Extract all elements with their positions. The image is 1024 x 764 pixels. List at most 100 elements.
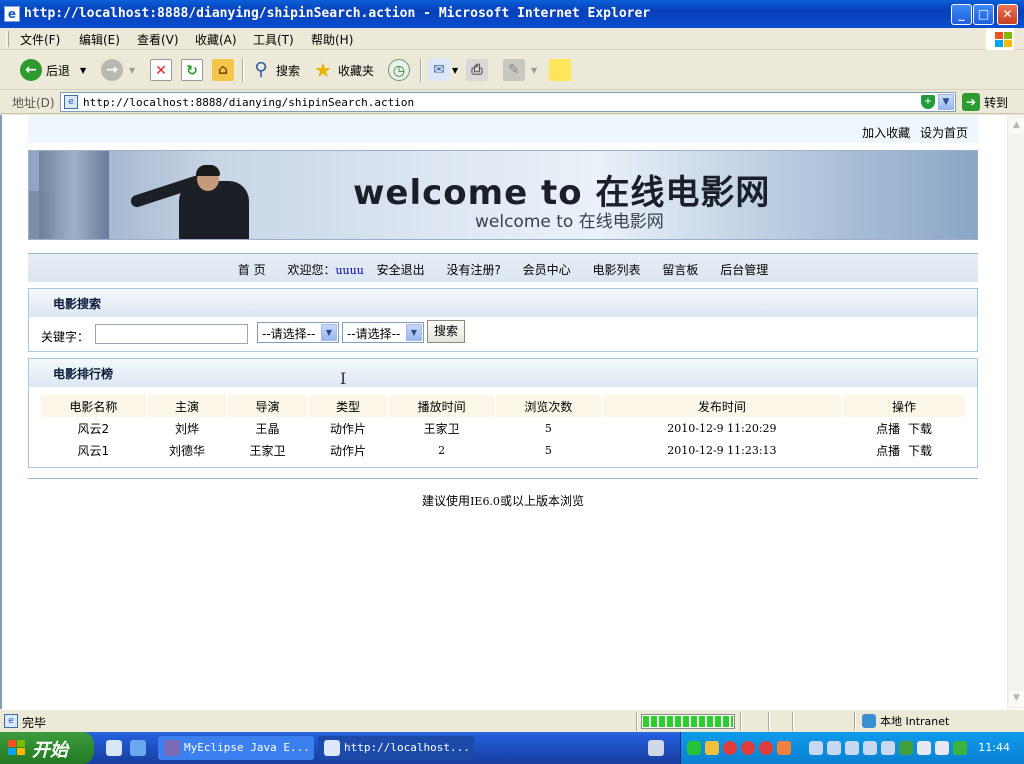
nav-home[interactable]: 首 页 xyxy=(238,263,266,277)
status-text: 完毕 xyxy=(22,716,47,730)
home-button[interactable]: ⌂ xyxy=(212,56,234,84)
forward-button[interactable]: → ▼ xyxy=(101,56,135,84)
qq-icon[interactable] xyxy=(741,741,755,755)
scroll-up-icon[interactable]: ▲ xyxy=(1009,118,1024,133)
nav-guestbook[interactable]: 留言板 xyxy=(662,263,698,277)
nav-username[interactable]: uuuu xyxy=(335,264,363,277)
menu-help[interactable]: 帮助(H) xyxy=(311,31,353,48)
network-icon[interactable] xyxy=(845,741,859,755)
text-cursor-icon: I xyxy=(340,369,347,388)
done-page-icon: e xyxy=(4,714,18,728)
banner-subtitle: welcome to 在线电影网 xyxy=(475,212,664,232)
keyword-label: 关键字： xyxy=(41,330,90,344)
back-dropdown-icon[interactable]: ▼ xyxy=(80,66,86,75)
category-select-2[interactable]: --请选择-- ▼ xyxy=(342,322,424,343)
search-submit-button[interactable]: 搜索 xyxy=(427,320,465,343)
nav-member-center[interactable]: 会员中心 xyxy=(523,263,571,277)
network-icon[interactable] xyxy=(827,741,841,755)
add-favorite-link[interactable]: 加入收藏 xyxy=(862,126,910,140)
cell-actions: 点播 下载 xyxy=(843,417,965,439)
col-header: 类型 xyxy=(308,395,388,417)
download-link[interactable]: 下载 xyxy=(908,444,932,458)
download-link[interactable]: 下载 xyxy=(908,422,932,436)
mail-button[interactable]: ✉ ▼ xyxy=(428,56,458,84)
shield-icon[interactable] xyxy=(935,741,949,755)
qq-icon[interactable] xyxy=(723,741,737,755)
stop-button[interactable]: ✕ xyxy=(150,56,172,84)
category-select-2-value: --请选择-- xyxy=(347,327,401,341)
scroll-down-icon[interactable]: ▼ xyxy=(1009,691,1024,706)
search-form: 关键字： --请选择-- ▼ --请选择-- ▼ 搜索 xyxy=(29,317,977,351)
ie-page-icon: e xyxy=(4,6,20,22)
taskbar: 开始 MyEclipse Java E... http://localhost.… xyxy=(0,732,1024,764)
history-icon: ◷ xyxy=(388,59,410,81)
address-bar: 地址(D) e http://localhost:8888/dianying/s… xyxy=(0,90,1024,114)
tray-app-icon[interactable] xyxy=(777,741,791,755)
set-homepage-link[interactable]: 设为首页 xyxy=(920,126,968,140)
history-button[interactable]: ◷ xyxy=(388,56,410,84)
quicklaunch-desktop-icon[interactable] xyxy=(106,740,122,756)
close-button[interactable]: ✕ xyxy=(997,4,1018,25)
print-button[interactable]: ⎙ xyxy=(466,56,488,84)
banner-building-image xyxy=(39,151,109,239)
keyword-input[interactable] xyxy=(95,324,248,344)
search-button[interactable]: ⚲ 搜索 xyxy=(250,56,300,84)
back-button[interactable]: ← 后退 ▼ xyxy=(20,56,86,84)
task-ie-window[interactable]: http://localhost... xyxy=(318,736,474,760)
start-button[interactable]: 开始 xyxy=(0,732,94,764)
nav-movie-list[interactable]: 电影列表 xyxy=(593,263,641,277)
note-icon xyxy=(549,59,571,81)
favorites-button[interactable]: ★ 收藏夹 xyxy=(312,56,374,84)
back-arrow-icon: ← xyxy=(20,59,42,81)
tray-app-icon[interactable] xyxy=(899,741,913,755)
mail-dropdown-icon[interactable]: ▼ xyxy=(452,66,458,75)
col-header: 播放时间 xyxy=(389,395,494,417)
edit-button[interactable]: ✎ ▼ xyxy=(503,56,537,84)
play-link[interactable]: 点播 xyxy=(876,422,900,436)
footer-text-pre: 建议使用 xyxy=(422,494,471,508)
footer-divider xyxy=(28,478,978,479)
task-myeclipse[interactable]: MyEclipse Java E... xyxy=(158,736,314,760)
tray-app-icon[interactable] xyxy=(687,741,701,755)
play-link[interactable]: 点播 xyxy=(876,444,900,458)
security-shield-icon: + xyxy=(921,95,935,109)
forward-arrow-icon: → xyxy=(101,59,123,81)
shield-icon[interactable] xyxy=(917,741,931,755)
search-label: 搜索 xyxy=(276,63,301,78)
menu-file[interactable]: 文件(F) xyxy=(20,31,60,48)
category-select-1-value: --请选择-- xyxy=(262,327,316,341)
home-icon: ⌂ xyxy=(212,59,234,81)
refresh-button[interactable]: ↻ xyxy=(181,56,203,84)
cell-type: 动作片 xyxy=(330,443,367,458)
tray-app-icon[interactable] xyxy=(705,741,719,755)
nav-register[interactable]: 没有注册? xyxy=(446,263,500,277)
go-button[interactable]: ➔ 转到 xyxy=(962,92,1008,112)
quicklaunch-ie-icon[interactable] xyxy=(130,740,146,756)
network-icon[interactable] xyxy=(881,741,895,755)
menu-edit[interactable]: 编辑(E) xyxy=(79,31,120,48)
menu-view[interactable]: 查看(V) xyxy=(137,31,179,48)
qq-icon[interactable] xyxy=(759,741,773,755)
keyboard-icon[interactable] xyxy=(648,740,664,756)
network-icon[interactable] xyxy=(863,741,877,755)
vertical-scrollbar[interactable]: ▲ ▼ xyxy=(1007,115,1024,709)
minimize-button[interactable]: _ xyxy=(951,4,972,25)
address-dropdown-icon[interactable]: ▼ xyxy=(938,94,954,110)
task-label: MyEclipse Java E... xyxy=(184,741,310,754)
address-input[interactable]: e http://localhost:8888/dianying/shipinS… xyxy=(60,92,956,112)
banner-man-image xyxy=(179,181,249,239)
nav-admin[interactable]: 后台管理 xyxy=(720,263,768,277)
notes-button[interactable] xyxy=(549,56,571,84)
nav-logout[interactable]: 安全退出 xyxy=(377,263,425,277)
maximize-button[interactable]: □ xyxy=(973,4,994,25)
menu-bar: 文件(F) 编辑(E) 查看(V) 收藏(A) 工具(T) 帮助(H) xyxy=(0,28,1024,50)
cell-play-time: 2 xyxy=(438,443,446,457)
category-select-1[interactable]: --请选择-- ▼ xyxy=(257,322,339,343)
address-url[interactable]: http://localhost:8888/dianying/shipinSea… xyxy=(83,96,414,109)
security-shield-icon[interactable] xyxy=(953,741,967,755)
menu-tools[interactable]: 工具(T) xyxy=(253,31,294,48)
site-banner: welcome to 在线电影网 welcome to 在线电影网 xyxy=(28,150,978,240)
menu-favorites[interactable]: 收藏(A) xyxy=(195,31,237,48)
page-viewport: 加入收藏 设为首页 welcome to 在线电影网 welcome to 在线… xyxy=(0,115,1024,709)
network-icon[interactable] xyxy=(809,741,823,755)
